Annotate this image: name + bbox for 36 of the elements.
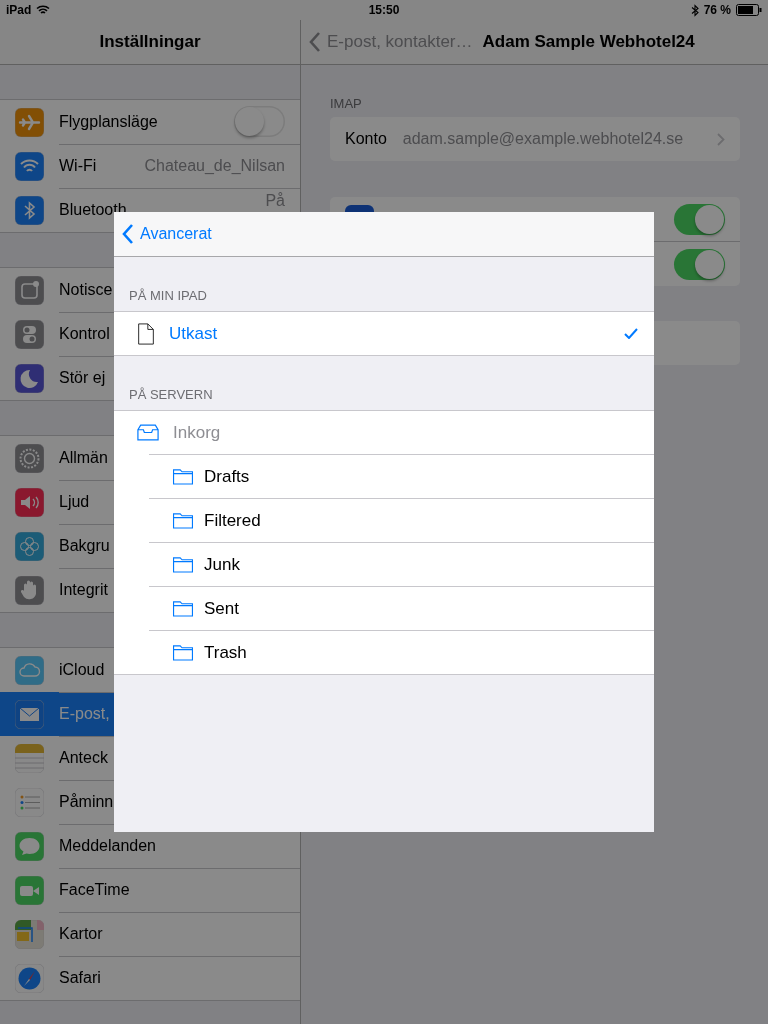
mailbox-label: Filtered [204, 510, 262, 531]
item-label: Meddelanden [59, 836, 156, 855]
item-label: Stör ej [59, 369, 106, 387]
item-label: iCloud [59, 660, 105, 679]
mailbox-label: Drafts [204, 466, 251, 487]
item-label: Anteck [59, 748, 108, 767]
section-header: PÅ SERVERN [128, 386, 214, 404]
item-label: Safari [59, 969, 101, 987]
mailbox-label: Inkorg [173, 422, 222, 443]
device-name: iPad [6, 3, 32, 17]
clock: 15:50 [368, 3, 400, 17]
mailbox-label: Utkast [169, 323, 219, 344]
item-label: Flygplansläge [59, 112, 158, 131]
mailbox-label: Trash [204, 642, 248, 663]
item-label: Allmän [59, 448, 108, 467]
item-value: Chateau_de_Nilsan [144, 156, 285, 175]
section-header: PÅ MIN IPAD [128, 287, 208, 305]
account-label: Konto [345, 130, 387, 148]
item-value: På [265, 193, 285, 209]
item-label: Integrit [59, 581, 108, 599]
item-label: Kartor [59, 924, 103, 943]
item-label: Påminn [59, 792, 114, 811]
item-label: E-post, [59, 704, 110, 723]
section-header: IMAP [330, 96, 363, 111]
item-label: Kontrol [59, 324, 110, 343]
battery-percentage: 76 % [703, 3, 731, 17]
page-title: Adam Sample Webhotel24 [482, 32, 695, 52]
item-label: FaceTime [59, 880, 130, 899]
mailbox-label: Sent [204, 598, 240, 619]
item-label: Bakgru [59, 536, 110, 555]
mailbox-label: Junk [204, 554, 241, 575]
item-label: Wi-Fi [59, 156, 97, 175]
account-value: adam.sample@example.webhotel24.se [402, 130, 685, 148]
sidebar-title: Inställningar [99, 32, 201, 52]
item-label: Ljud [59, 492, 90, 511]
item-label: Notisce [59, 280, 113, 299]
